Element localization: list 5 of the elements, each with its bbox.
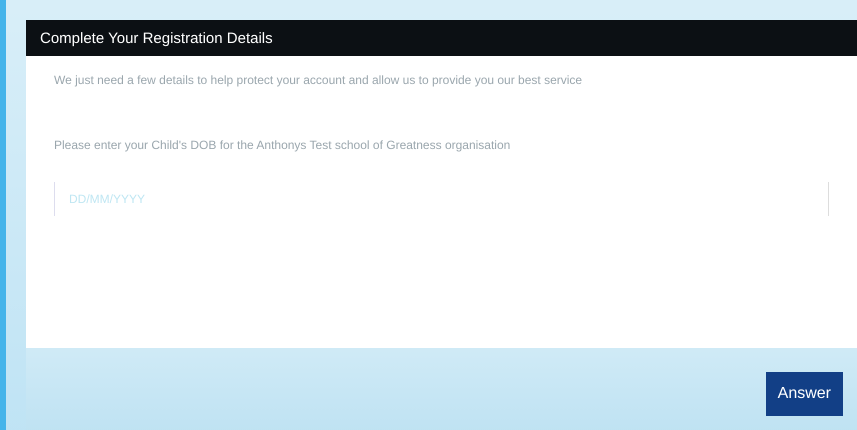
dialog-title: Complete Your Registration Details (26, 20, 857, 56)
intro-text: We just need a few details to help protect your account and allow us to provide you our best service (54, 74, 584, 87)
question-text: Please enter your Child's DOB for the Anthonys Test school of Greatness organisation (54, 139, 512, 152)
date-of-birth-field[interactable]: DD/MM/YYYY (54, 182, 829, 216)
answer-button[interactable]: Answer (766, 372, 843, 416)
